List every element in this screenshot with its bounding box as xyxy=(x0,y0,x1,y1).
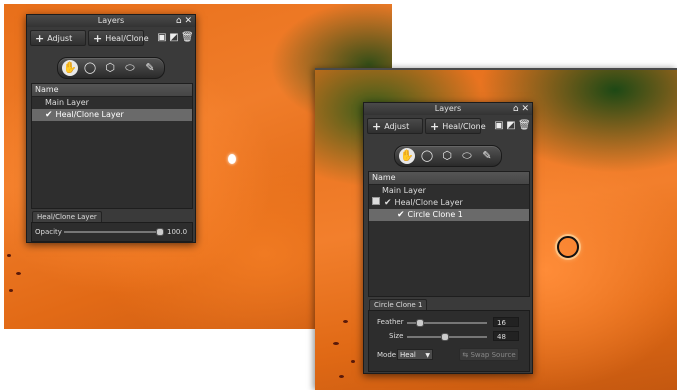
close-icon[interactable]: ✕ xyxy=(521,104,529,114)
pin-icon[interactable]: ⌂ xyxy=(513,104,519,114)
circle-tool-icon[interactable]: ◯ xyxy=(419,148,435,164)
layers-list: Name Main Layer ✔ Heal/Clone Layer xyxy=(31,83,193,209)
hand-tool-icon[interactable]: ✋ xyxy=(62,60,78,76)
section-body: Opacity 100.0 xyxy=(31,222,193,242)
adjust-label: Adjust xyxy=(384,122,410,131)
panel-titlebar[interactable]: Layers ⌂ ✕ xyxy=(27,15,195,27)
duplicate-layer-icon[interactable]: ▣ xyxy=(494,120,504,131)
adjust-label: Adjust xyxy=(47,34,73,43)
layer-label: Main Layer xyxy=(45,98,89,107)
checkmark-icon[interactable]: ✔ xyxy=(397,210,405,220)
plus-icon: + xyxy=(372,120,382,133)
petal-spot xyxy=(351,360,355,363)
checkmark-icon[interactable]: ✔ xyxy=(384,198,392,208)
column-header-name[interactable]: Name xyxy=(369,172,529,185)
tool-selector: ✋ ◯ ⬡ ⬭ ✎ xyxy=(57,57,165,79)
circle-tool-icon[interactable]: ◯ xyxy=(82,60,98,76)
mode-select[interactable]: Heal ▼ xyxy=(397,349,433,360)
heal-clone-label: Heal/Clone xyxy=(105,34,149,43)
close-icon[interactable]: ✕ xyxy=(184,16,192,26)
adjust-button[interactable]: + Adjust xyxy=(367,118,423,134)
circle-clone-cursor[interactable] xyxy=(557,236,579,258)
polygon-tool-icon[interactable]: ⬡ xyxy=(102,60,118,76)
petal-spot xyxy=(16,272,21,275)
layer-row-main[interactable]: Main Layer xyxy=(369,185,529,197)
adjust-button[interactable]: + Adjust xyxy=(30,30,86,46)
panel-toolbar: + Adjust + Heal/Clone ▣ ◩ 🗑 xyxy=(364,115,532,137)
heal-clone-label: Heal/Clone xyxy=(442,122,486,131)
petal-spot xyxy=(7,254,11,257)
petal-spot xyxy=(333,342,339,345)
swap-icon: ⇆ xyxy=(462,351,469,359)
plus-icon: + xyxy=(430,120,440,133)
layer-label: Heal/Clone Layer xyxy=(55,110,124,119)
polygon-tool-icon[interactable]: ⬡ xyxy=(439,148,455,164)
mask-icon[interactable]: ◩ xyxy=(169,32,179,43)
feather-label: Feather xyxy=(377,318,404,326)
section-body: Feather 16 Size 48 Mode Heal ▼ ⇆ Swap So… xyxy=(368,310,530,372)
opacity-slider[interactable] xyxy=(64,231,160,233)
checkmark-icon[interactable]: ✔ xyxy=(45,110,53,120)
size-label: Size xyxy=(389,332,404,340)
freehand-tool-icon[interactable]: ⬭ xyxy=(122,60,138,76)
blemish-spot xyxy=(228,154,236,164)
mode-label: Mode xyxy=(377,351,397,359)
heal-clone-button[interactable]: + Heal/Clone xyxy=(425,118,486,134)
tool-selector: ✋ ◯ ⬡ ⬭ ✎ xyxy=(394,145,502,167)
freehand-tool-icon[interactable]: ⬭ xyxy=(459,148,475,164)
column-header-name[interactable]: Name xyxy=(32,84,192,97)
feather-slider-knob[interactable] xyxy=(415,319,424,327)
heal-clone-button[interactable]: + Heal/Clone xyxy=(88,30,149,46)
brush-tool-icon[interactable]: ✎ xyxy=(479,148,495,164)
layer-label: Main Layer xyxy=(382,186,426,195)
panel-toolbar: + Adjust + Heal/Clone ▣ ◩ 🗑 xyxy=(27,27,195,49)
opacity-label: Opacity xyxy=(35,228,62,236)
layer-label: Heal/Clone Layer xyxy=(394,198,463,207)
swap-source-button[interactable]: ⇆ Swap Source xyxy=(459,348,519,361)
layer-row-heal-clone[interactable]: ✔ Heal/Clone Layer xyxy=(369,197,529,209)
layer-row-heal-clone[interactable]: ✔ Heal/Clone Layer xyxy=(32,109,192,121)
size-value[interactable]: 48 xyxy=(493,331,519,341)
swap-source-label: Swap Source xyxy=(470,351,516,359)
mask-icon[interactable]: ◩ xyxy=(506,120,516,131)
brush-tool-icon[interactable]: ✎ xyxy=(142,60,158,76)
layers-panel-right: Layers ⌂ ✕ + Adjust + Heal/Clone ▣ ◩ 🗑 ✋ ◯… xyxy=(363,102,533,374)
layer-row-main[interactable]: Main Layer xyxy=(32,97,192,109)
panel-title: Layers xyxy=(434,104,462,113)
layer-row-circle-clone[interactable]: ✔ Circle Clone 1 xyxy=(369,209,529,221)
size-slider-knob[interactable] xyxy=(441,333,450,341)
feather-value[interactable]: 16 xyxy=(493,317,519,327)
hand-tool-icon[interactable]: ✋ xyxy=(399,148,415,164)
collapse-icon[interactable] xyxy=(372,197,380,205)
trash-icon[interactable]: 🗑 xyxy=(518,120,531,131)
plus-icon: + xyxy=(35,32,45,45)
mode-value: Heal xyxy=(400,351,416,359)
layer-label: Circle Clone 1 xyxy=(407,210,463,219)
duplicate-layer-icon[interactable]: ▣ xyxy=(157,32,167,43)
layers-panel-left: Layers ⌂ ✕ + Adjust + Heal/Clone ▣ ◩ 🗑 ✋ ◯… xyxy=(26,14,196,243)
petal-spot xyxy=(343,320,348,323)
panel-title: Layers xyxy=(97,16,125,25)
pin-icon[interactable]: ⌂ xyxy=(176,16,182,26)
panel-titlebar[interactable]: Layers ⌂ ✕ xyxy=(364,103,532,115)
petal-spot xyxy=(339,375,344,378)
opacity-slider-knob[interactable] xyxy=(156,228,164,236)
trash-icon[interactable]: 🗑 xyxy=(181,32,194,43)
layers-list: Name Main Layer ✔ Heal/Clone Layer ✔ Circl… xyxy=(368,171,530,297)
petal-spot xyxy=(9,289,13,292)
opacity-value[interactable]: 100.0 xyxy=(164,227,188,237)
chevron-down-icon: ▼ xyxy=(425,352,430,359)
plus-icon: + xyxy=(93,32,103,45)
